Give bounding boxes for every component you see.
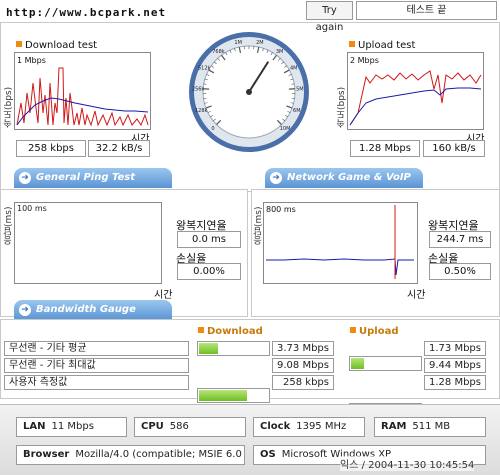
bandwidth-row-label: 무선랜 - 기타 최대값 [4,358,189,373]
download-value: 3.73 Mbps [272,341,334,356]
upload-title: Upload test [349,40,415,51]
gauge-label: 1M [234,40,242,46]
try-again-button[interactable]: Try again [306,1,353,33]
gauge-label: 5M [296,86,304,92]
download-value: 9.08 Mbps [272,358,334,373]
download-scale: 1 Mbps [17,56,46,65]
download-bar [197,388,270,403]
upload-graph: 2 Mbps [347,52,484,130]
speed-gauge: 0 128k 256k 512k 768k 1M 2M 3M 4M 5M 6M 10M [187,30,311,154]
gauge-label: 2M [256,40,264,46]
arrow-right-icon: ➜ [19,172,31,184]
download-bar-fill [199,390,248,401]
tab-general-ping-test[interactable]: ➜ General Ping Test [14,168,172,188]
gauge-label: 10M [280,126,291,132]
upload-value: 9.44 Mbps [424,358,486,373]
ping-scale: 100 ms [17,204,47,213]
gauge-label: 0 [211,126,214,132]
upload-scale: 2 Mbps [350,56,379,65]
ping-graph: 100 ms [14,202,162,284]
download-graph: 1 Mbps [14,52,151,130]
ping-xlabel: 시간 [154,290,173,301]
game-xlabel: 시간 [407,290,426,301]
gauge-label: 3M [276,49,284,55]
game-graph: 800 ms [263,202,418,284]
download-line [16,67,149,127]
game-latency-line [266,258,414,276]
download-title: Download test [16,40,97,51]
gauge-label: 512k [198,66,211,72]
gauge-label: 128k [195,108,208,114]
upload-speed-bytes: 160 kB/s [423,140,485,157]
upload-value: 1.73 Mbps [424,341,486,356]
upload-bar [349,356,422,371]
ping-rtt-value: 0.0 ms [177,231,241,248]
game-loss-value: 0.50% [429,263,491,280]
upload-avg-line [349,87,482,126]
upload-header: Upload [350,326,398,337]
arrow-right-icon: ➜ [270,172,282,184]
cpu-info: CPU 586 [134,417,246,437]
lan-info: LAN 11 Mbps [16,417,127,437]
tab-bandwidth-gauge[interactable]: ➜ Bandwidth Gauge [14,300,172,320]
gauge-label: 256k [192,86,205,92]
gauge-label: 768k [212,49,225,55]
download-header: Download [198,326,263,337]
timestamp-watermark: 익스 / 2004-11-30 10:45:54 [340,456,475,471]
download-bar-fill [199,343,219,354]
gauge-label: 6M [293,108,301,114]
bandwidth-row-label: 사용자 측정값 [4,375,189,390]
download-bar [197,341,270,356]
upload-value: 1.28 Mbps [424,375,486,390]
gauge-label: 4M [290,66,298,72]
arrow-right-icon: ➜ [19,304,31,316]
clock-info: Clock 1395 MHz [253,417,365,437]
game-rtt-value: 244.7 ms [429,231,491,248]
upload-bar-fill [351,358,364,369]
ping-loss-value: 0.00% [177,263,241,280]
tab-network-game-voip-test[interactable]: ➜Network Game & VoIP Test [265,168,423,203]
upload-line [349,70,482,126]
download-speed-bps: 258 kbps [16,140,86,157]
site-url: http://www.bcpark.net [6,6,167,19]
browser-info: Browser Mozilla/4.0 (compatible; MSIE 6.0 [16,445,245,465]
upload-speed-bps: 1.28 Mbps [350,140,420,157]
end-test-button[interactable]: 테스트 끝 [356,1,497,20]
download-speed-bytes: 32.2 kB/s [88,140,150,157]
ram-info: RAM 511 MB [374,417,486,437]
bandwidth-row-label: 무선랜 - 기타 평균 [4,341,189,356]
game-scale: 800 ms [266,205,296,214]
download-value: 258 kbps [272,375,334,390]
